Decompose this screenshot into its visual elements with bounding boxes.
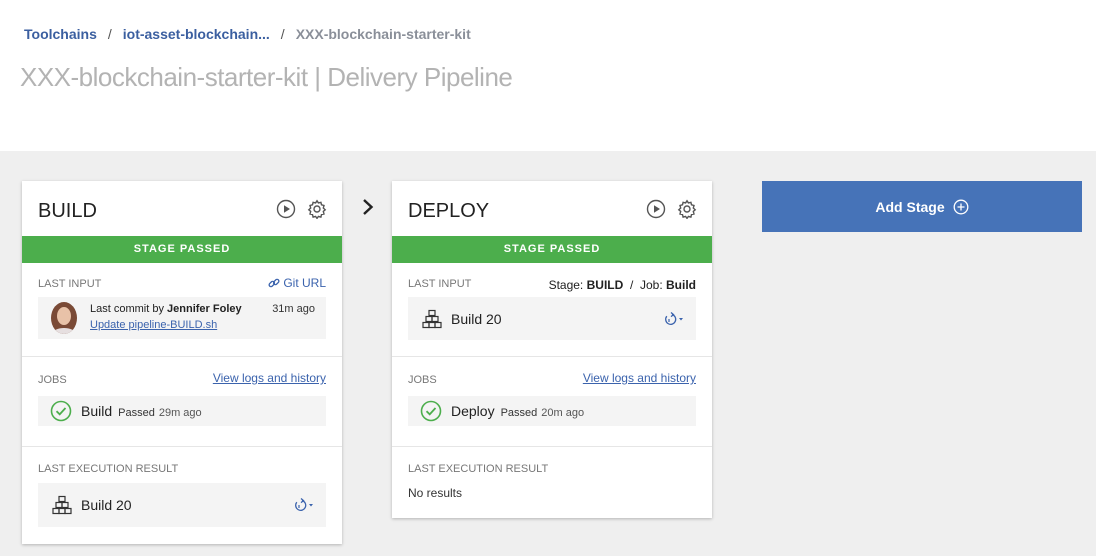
build-blocks-icon [422,309,442,328]
jobs-label: JOBS [38,374,67,386]
git-url-label: Git URL [283,276,326,290]
job-tile-deploy[interactable]: Deploy Passed 20m ago [408,396,696,426]
stage-card-build: BUILD STAGE PASSED LAST INPUT Git URL La… [22,181,342,544]
job-time: 29m ago [158,407,202,419]
job-name: Deploy [451,403,495,419]
gear-icon[interactable] [307,199,327,219]
stage-name: DEPLOY [408,200,490,222]
job-time: 20m ago [541,407,585,419]
job-status: Passed [118,407,155,419]
no-results-text: No results [408,486,463,500]
input-build-tile[interactable]: Build 20 [408,297,696,340]
source-job: Build [666,278,696,292]
job-tile-build[interactable]: Build Passed 29m ago [38,396,326,426]
redeploy-icon[interactable] [660,311,684,327]
stage-status-bar: STAGE PASSED [392,236,712,263]
commit-time: 31m ago [272,303,315,315]
last-input-section: LAST INPUT Git URL Last commit by Jennif… [22,263,342,357]
input-source: Stage: BUILD / Job: Build [549,278,696,292]
breadcrumb: Toolchains / iot-asset-blockchain... / X… [24,26,471,42]
job-info: Build Passed 29m ago [81,403,202,421]
last-input-section: LAST INPUT Stage: BUILD / Job: Build Bui… [392,263,712,357]
stage-header: BUILD [22,181,342,236]
stage-name: BUILD [38,200,97,222]
avatar [51,302,77,334]
redeploy-icon[interactable] [290,497,314,513]
breadcrumb-current: XXX-blockchain-starter-kit [295,26,471,42]
stage-status-bar: STAGE PASSED [22,236,342,263]
source-job-label: Job: [639,278,663,292]
job-info: Deploy Passed 20m ago [451,403,584,421]
jobs-section: JOBS View logs and history Build Passed 29… [22,357,342,447]
git-url-link[interactable]: Git URL [268,276,326,290]
last-execution-section: LAST EXECUTION RESULT No results [392,447,712,517]
play-icon[interactable] [646,199,666,219]
view-logs-link[interactable]: View logs and history [583,371,696,385]
jobs-section: JOBS View logs and history Deploy Passed 2… [392,357,712,447]
breadcrumb-separator: / [107,26,112,42]
stage-header: DEPLOY [392,181,712,236]
commit-prefix: Last commit by [90,303,164,315]
last-result-build-tile[interactable]: Build 20 [38,483,326,527]
source-stage: BUILD [586,278,624,292]
add-stage-button[interactable]: Add Stage [762,181,1082,232]
chevron-right-icon [363,199,374,215]
pipeline-canvas: BUILD STAGE PASSED LAST INPUT Git URL La… [0,151,1096,556]
view-logs-link[interactable]: View logs and history [213,371,326,385]
last-commit-tile: Last commit by Jennifer Foley 31m ago Up… [38,297,326,339]
source-separator: / [629,278,634,292]
build-blocks-icon [52,495,72,515]
play-icon[interactable] [276,199,296,219]
check-circle-icon [420,400,442,422]
last-input-label: LAST INPUT [408,278,472,290]
last-execution-label: LAST EXECUTION RESULT [38,463,179,475]
breadcrumb-toolchains-link[interactable]: Toolchains [24,26,97,42]
page-title: XXX-blockchain-starter-kit | Delivery Pi… [20,62,513,92]
link-icon [268,278,280,288]
commit-author: Jennifer Foley [167,303,242,315]
gear-icon[interactable] [677,199,697,219]
check-circle-icon [50,400,72,422]
job-name: Build [81,403,113,419]
commit-message-link[interactable]: Update pipeline-BUILD.sh [90,319,217,331]
stage-card-deploy: DEPLOY STAGE PASSED LAST INPUT Stage: BU… [392,181,712,518]
last-input-label: LAST INPUT [38,278,102,290]
add-stage-label: Add Stage [875,198,945,215]
last-execution-label: LAST EXECUTION RESULT [408,463,549,475]
plus-circle-icon [953,199,969,214]
breadcrumb-toolchain-link[interactable]: iot-asset-blockchain... [123,26,270,42]
result-build-label: Build 20 [81,497,132,513]
commit-summary: Last commit by Jennifer Foley [90,303,242,315]
breadcrumb-separator: / [280,26,285,42]
input-build-label: Build 20 [451,310,502,327]
jobs-label: JOBS [408,374,437,386]
last-execution-section: LAST EXECUTION RESULT Build 20 [22,447,342,544]
job-status: Passed [500,407,538,419]
source-stage-label: Stage: [548,278,584,292]
